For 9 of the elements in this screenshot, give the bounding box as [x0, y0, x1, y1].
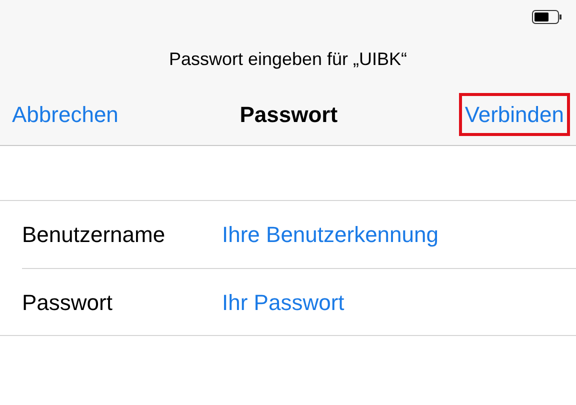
prompt-text: Passwort eingeben für „UIBK“ — [168, 48, 408, 71]
nav-title: Passwort — [240, 101, 338, 129]
connect-button[interactable]: Verbinden — [458, 93, 570, 136]
cancel-button[interactable]: Abbrechen — [12, 98, 118, 131]
input-field[interactable]: Ihre Benutzerkennung — [222, 218, 564, 251]
battery-icon — [532, 10, 562, 24]
field-label: Benutzername — [22, 221, 166, 249]
input-field[interactable]: Ihr Passwort — [222, 286, 564, 318]
field-label: Passwort — [22, 288, 114, 316]
